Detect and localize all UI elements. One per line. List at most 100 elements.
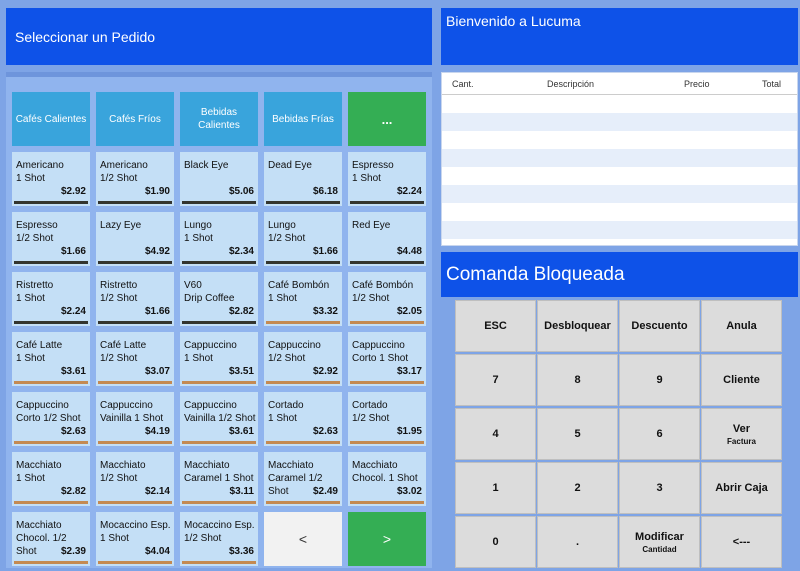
product-category-bar [98, 561, 172, 564]
col-total: Total [762, 79, 782, 89]
table-row[interactable] [442, 185, 797, 203]
key-5[interactable]: 5 [537, 408, 618, 460]
category-bebidas-frias[interactable]: Bebidas Frías [264, 92, 342, 146]
product-tile[interactable]: Macchiato Caramel 1 Shot $3.11 [180, 452, 258, 506]
product-tile[interactable]: Macchiato 1 Shot $2.82 [12, 452, 90, 506]
product-price: $3.36 [228, 546, 254, 557]
key-label: 2 [574, 482, 581, 494]
product-tile[interactable]: Café Bombón 1/2 Shot $2.05 [348, 272, 426, 326]
key-0[interactable]: 0 [455, 516, 536, 568]
product-tile[interactable]: Cappuccino Vainilla 1 Shot $4.19 [96, 392, 174, 446]
modify-quantity-button[interactable]: Modificar Cantidad [619, 516, 700, 568]
client-button[interactable]: Cliente [701, 354, 782, 406]
product-tile[interactable]: Café Bombón 1 Shot $3.32 [264, 272, 342, 326]
category-more-button[interactable]: ... [348, 92, 426, 146]
key-3[interactable]: 3 [619, 462, 700, 514]
key-sublabel: Cantidad [642, 544, 677, 554]
left-header: Seleccionar un Pedido [6, 8, 432, 65]
product-category-bar [98, 441, 172, 444]
product-tile[interactable]: Americano 1 Shot $2.92 [12, 152, 90, 206]
key-label: . [575, 536, 580, 548]
product-tile[interactable]: Americano 1/2 Shot $1.90 [96, 152, 174, 206]
product-tile[interactable]: V60 Drip Coffee $2.82 [180, 272, 258, 326]
table-row[interactable] [442, 95, 797, 113]
view-invoice-button[interactable]: Ver Factura [701, 408, 782, 460]
product-tile[interactable]: Cortado 1/2 Shot $1.95 [348, 392, 426, 446]
category-label: Bebidas Frías [272, 113, 334, 125]
product-tile[interactable]: Macchiato Chocol. 1/2 Shot $2.39 [12, 512, 90, 566]
product-tile[interactable]: Cortado 1 Shot $2.63 [264, 392, 342, 446]
product-price: $1.66 [144, 306, 170, 317]
product-tile[interactable]: Dead Eye $6.18 [264, 152, 342, 206]
product-category-bar [98, 321, 172, 324]
product-name: Cortado 1 Shot [268, 400, 304, 424]
product-name: Dead Eye [268, 160, 312, 171]
category-label: Bebidas Calientes [198, 107, 240, 131]
col-price: Precio [684, 79, 710, 89]
key-7[interactable]: 7 [455, 354, 536, 406]
table-row[interactable] [442, 167, 797, 185]
key-8[interactable]: 8 [537, 354, 618, 406]
product-tile[interactable]: Macchiato 1/2 Shot $2.14 [96, 452, 174, 506]
product-price: $2.63 [60, 426, 86, 437]
category-cafes-calientes[interactable]: Cafés Calientes [12, 92, 90, 146]
unlock-button[interactable]: Desbloquear [537, 300, 618, 352]
product-price: $1.66 [312, 246, 338, 257]
product-tile[interactable]: Macchiato Chocol. 1 Shot $3.02 [348, 452, 426, 506]
esc-button[interactable]: ESC [455, 300, 536, 352]
col-description: Descripción [547, 79, 595, 89]
category-cafes-frios[interactable]: Cafés Fríos [96, 92, 174, 146]
welcome-title: Bienvenido a Lucuma [446, 13, 581, 29]
product-tile[interactable]: Lungo 1 Shot $2.34 [180, 212, 258, 266]
product-category-bar [14, 261, 88, 264]
product-tile[interactable]: Ristretto 1 Shot $2.24 [12, 272, 90, 326]
product-tile[interactable]: Black Eye $5.06 [180, 152, 258, 206]
product-tile[interactable]: Red Eye $4.48 [348, 212, 426, 266]
category-bebidas-calientes[interactable]: Bebidas Calientes [180, 92, 258, 146]
product-price: $2.24 [60, 306, 86, 317]
table-row[interactable] [442, 131, 797, 149]
product-price: $2.34 [228, 246, 254, 257]
next-page-button[interactable]: > [348, 512, 426, 566]
key-2[interactable]: 2 [537, 462, 618, 514]
product-tile[interactable]: Cappuccino Vainilla 1/2 Shot $3.61 [180, 392, 258, 446]
key-6[interactable]: 6 [619, 408, 700, 460]
product-name: Ristretto 1/2 Shot [100, 280, 138, 304]
product-category-bar [266, 261, 340, 264]
table-row[interactable] [442, 149, 797, 167]
table-row[interactable] [442, 221, 797, 239]
key-1[interactable]: 1 [455, 462, 536, 514]
product-tile[interactable]: Mocaccino Esp. 1/2 Shot $3.36 [180, 512, 258, 566]
product-tile[interactable]: Lazy Eye $4.92 [96, 212, 174, 266]
key-4[interactable]: 4 [455, 408, 536, 460]
product-price: $6.18 [312, 186, 338, 197]
product-tile[interactable]: Cappuccino Corto 1/2 Shot $2.63 [12, 392, 90, 446]
product-price: $4.19 [144, 426, 170, 437]
product-tile[interactable]: Lungo 1/2 Shot $1.66 [264, 212, 342, 266]
void-button[interactable]: Anula [701, 300, 782, 352]
product-tile[interactable]: Macchiato Caramel 1/2 Shot $2.49 [264, 452, 342, 506]
product-tile[interactable]: Ristretto 1/2 Shot $1.66 [96, 272, 174, 326]
product-tile[interactable]: Café Latte 1/2 Shot $3.07 [96, 332, 174, 386]
table-row[interactable] [442, 113, 797, 131]
product-category-bar [14, 561, 88, 564]
product-tile[interactable]: Café Latte 1 Shot $3.61 [12, 332, 90, 386]
key-decimal[interactable]: . [537, 516, 618, 568]
product-name: Macchiato Caramel 1 Shot [184, 460, 254, 484]
product-tile[interactable]: Mocaccino Esp. 1 Shot $4.04 [96, 512, 174, 566]
discount-button[interactable]: Descuento [619, 300, 700, 352]
product-tile[interactable]: Cappuccino 1/2 Shot $2.92 [264, 332, 342, 386]
key-9[interactable]: 9 [619, 354, 700, 406]
product-tile[interactable]: Espresso 1 Shot $2.24 [348, 152, 426, 206]
product-category-bar [98, 261, 172, 264]
key-label: Anula [726, 320, 757, 332]
product-tile[interactable]: Espresso 1/2 Shot $1.66 [12, 212, 90, 266]
product-category-bar [14, 381, 88, 384]
table-row[interactable] [442, 203, 797, 221]
backspace-button[interactable]: <--- [701, 516, 782, 568]
prev-page-button[interactable]: < [264, 512, 342, 566]
product-price: $2.24 [396, 186, 422, 197]
product-tile[interactable]: Cappuccino Corto 1 Shot $3.17 [348, 332, 426, 386]
open-drawer-button[interactable]: Abrir Caja [701, 462, 782, 514]
product-tile[interactable]: Cappuccino 1 Shot $3.51 [180, 332, 258, 386]
